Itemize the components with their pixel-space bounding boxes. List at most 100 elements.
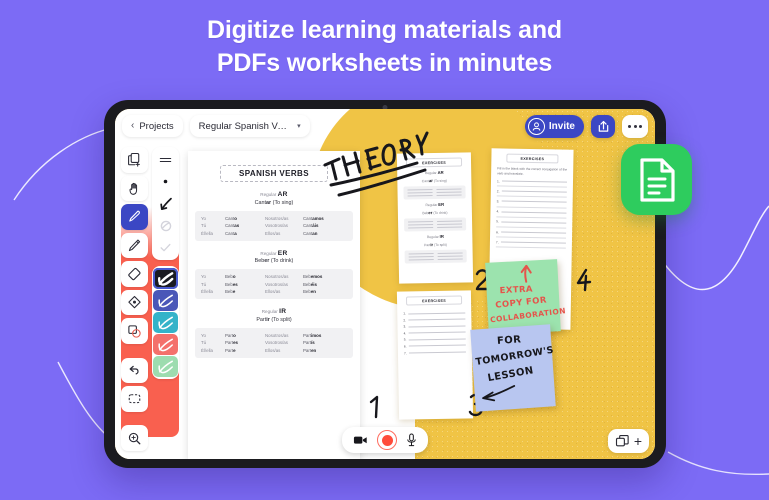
arrow-up-icon [520, 264, 532, 283]
pronoun: Él/ella [201, 289, 213, 294]
question-row: 6. [496, 230, 567, 235]
stem: Cant [303, 223, 313, 228]
stem: Cant [303, 215, 313, 221]
section-kind-ir: Regular IR [188, 308, 360, 315]
invite-button[interactable]: Invite [524, 114, 584, 138]
stroke-check[interactable] [153, 237, 178, 258]
pages-icon[interactable] [615, 434, 630, 449]
ending: es [232, 281, 238, 287]
swatch-black[interactable] [153, 268, 178, 289]
color-swatch-stack [152, 266, 179, 379]
question-row: 3. [403, 324, 466, 329]
select-tool[interactable] [121, 386, 148, 412]
worksheet-exercises-1b[interactable]: EXERCISES 1. 2. 3. 4. 5. 6. 7. [396, 290, 474, 420]
translation-line [496, 205, 567, 209]
worksheet-block-kind: Regular AR [397, 169, 471, 175]
share-button[interactable] [591, 114, 615, 138]
question-number: 7. [403, 351, 407, 356]
stem: Cant [225, 230, 235, 236]
stroke-thick[interactable] [153, 215, 178, 236]
worksheet-intro: Fill in the blank with the correct conju… [497, 166, 568, 176]
question-row: 1. [497, 179, 568, 184]
hand-tool[interactable] [121, 175, 148, 202]
chevron-down-icon: ▾ [297, 123, 301, 130]
record-button[interactable] [377, 430, 397, 450]
swatch-indigo[interactable] [153, 290, 178, 311]
pencil-tool[interactable] [121, 232, 148, 259]
microphone-icon[interactable] [406, 433, 417, 447]
pronoun: Ellos/as [265, 347, 281, 353]
conj-cell: Cantan [303, 231, 339, 236]
zoom-tool[interactable] [121, 425, 148, 451]
answer-line [501, 180, 568, 183]
worksheet-block-verb: Partir (To split) [398, 241, 472, 247]
kind-prefix: Regular [424, 170, 437, 176]
chevron-left-icon: ‹ [131, 120, 135, 131]
swatch-coral[interactable] [153, 334, 178, 355]
conjugation-table-ir: Yo Parto Nosotros/as Partimos Tú Partes … [195, 327, 353, 358]
answer-line [500, 231, 567, 234]
blank-line [437, 258, 463, 260]
stem: Part [303, 332, 312, 338]
verb-stem: Cant [254, 199, 267, 206]
tool-column [121, 147, 148, 451]
answer-line [408, 351, 466, 354]
page-headline: Digitize learning materials and PDFs wor… [0, 14, 769, 80]
stroke-menu[interactable] [153, 149, 178, 170]
fill-tool[interactable] [121, 289, 148, 316]
back-label: Projects [139, 120, 174, 132]
kind-label: AR [277, 191, 288, 198]
ending: es [233, 340, 238, 345]
blank-line [436, 191, 462, 193]
question-row: 2. [497, 189, 567, 194]
blank-line [437, 226, 463, 228]
verb-ending: ir [266, 316, 270, 323]
ending: o [234, 215, 237, 221]
conj-cell: Canta [225, 231, 261, 236]
sticky-note-blue[interactable]: FOR TOMORROW'S LESSON [470, 324, 556, 412]
worksheet-blanks [403, 185, 466, 200]
verb-stem: Part [256, 316, 267, 323]
stem: Beb [225, 289, 233, 294]
worksheet-exercises-1[interactable]: EXERCISES Regular AR Cantar (To sing) Re… [396, 152, 474, 284]
add-page-button[interactable]: + [634, 434, 642, 448]
back-to-projects-button[interactable]: ‹ Projects [122, 115, 183, 137]
undo-tool[interactable] [121, 357, 148, 384]
verb-meaning: (To sing) [272, 199, 294, 206]
record-dot [381, 434, 393, 446]
answer-line [408, 325, 466, 328]
stroke-dot[interactable] [153, 171, 178, 192]
pronoun: Tú [201, 281, 207, 287]
shapes-tool[interactable] [121, 318, 148, 345]
stem: Part [303, 340, 312, 345]
spanish-verbs-document[interactable]: SPANISH VERBS Regular AR Cantar (To sing… [188, 151, 360, 459]
arrow-left-icon [482, 385, 516, 402]
project-title-dropdown[interactable]: Regular Spanish Ver.. ▾ [189, 115, 310, 137]
video-camera-icon[interactable] [353, 434, 368, 446]
verb-section-er: Regular ER Beber (To drink) [188, 250, 360, 265]
swatch-mint[interactable] [153, 356, 178, 377]
invite-label: Invite [548, 120, 575, 132]
conjugation-table-ar: Yo Canto Nosotros/as Cantamos Tú Cantas … [195, 210, 353, 241]
answer-line [407, 311, 466, 314]
stroke-size-stack [152, 147, 179, 260]
section-verb-ar: Cantar (To sing) [188, 200, 360, 206]
conj-cell: Partes [225, 340, 261, 345]
question-number: 5. [496, 219, 500, 224]
answer-line [408, 331, 466, 334]
translation-line [496, 195, 567, 198]
pronoun: Nosotros/as [265, 332, 289, 338]
add-page-tool[interactable] [121, 147, 148, 173]
more-options-button[interactable] [622, 114, 648, 138]
pen-tool[interactable] [121, 204, 148, 230]
worksheet-blanks [404, 249, 467, 264]
answer-line [408, 344, 466, 347]
swatch-cyan[interactable] [153, 312, 178, 333]
question-row: 5. [496, 219, 567, 225]
eraser-tool[interactable] [121, 261, 148, 287]
document-app-icon[interactable] [621, 144, 692, 215]
blank-line [407, 195, 433, 197]
blank-line [437, 223, 463, 225]
pronoun: Tú [201, 223, 207, 228]
stroke-medium[interactable] [153, 193, 178, 214]
